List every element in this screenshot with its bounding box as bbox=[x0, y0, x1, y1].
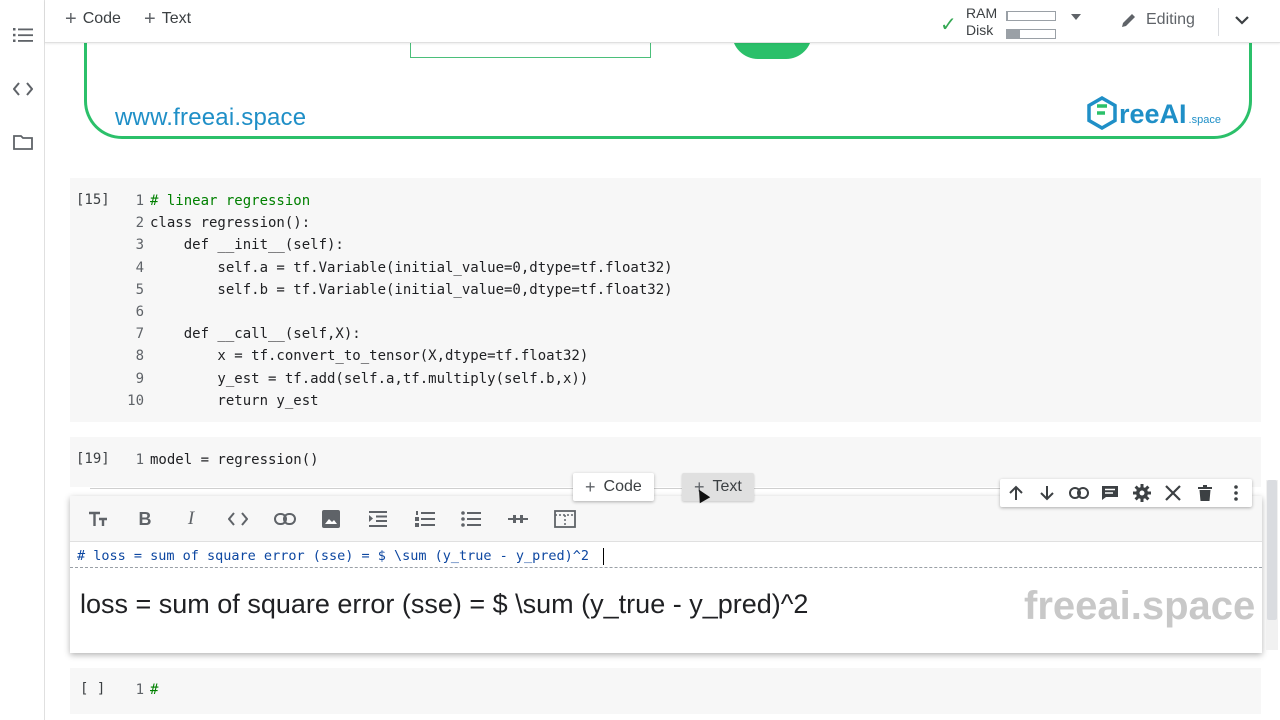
line-number: 1 bbox=[135, 193, 144, 209]
line-number: 5 bbox=[135, 281, 144, 298]
add-code-button[interactable]: + Code bbox=[65, 8, 121, 30]
runtime-dropdown-caret-icon[interactable] bbox=[1071, 14, 1081, 20]
code-cell-linear-regression[interactable]: [15] 1 # linear regression 2 class regress… bbox=[70, 178, 1261, 422]
notebook-scrollbar-thumb[interactable] bbox=[1267, 480, 1277, 620]
logo-main-text: reeAI bbox=[1119, 99, 1187, 129]
execution-count: [15] bbox=[76, 192, 110, 208]
plus-icon: + bbox=[585, 476, 596, 497]
insert-text-cell-button[interactable]: + Text bbox=[682, 473, 754, 501]
indent-icon[interactable] bbox=[366, 508, 390, 530]
pencil-icon bbox=[1122, 14, 1135, 27]
add-text-label: Text bbox=[161, 10, 192, 27]
code-line: return y_est bbox=[150, 392, 319, 409]
execution-count: [19] bbox=[76, 451, 110, 467]
ram-usage-bar bbox=[1006, 11, 1056, 21]
ram-label: RAM bbox=[966, 5, 998, 21]
code-format-icon[interactable] bbox=[226, 508, 250, 530]
insert-code-label: Code bbox=[603, 478, 642, 495]
freeai-logo: reeAI .space bbox=[1087, 96, 1221, 130]
line-number: 10 bbox=[127, 392, 144, 409]
disk-label: Disk bbox=[966, 22, 994, 38]
image-icon[interactable] bbox=[319, 508, 343, 530]
code-cell-empty[interactable]: [ ] 1 # bbox=[70, 668, 1261, 714]
connected-check-icon: ✓ bbox=[940, 14, 957, 36]
text-caret bbox=[603, 547, 605, 565]
line-number: 8 bbox=[135, 348, 144, 365]
colab-notebook: www.freeai.space reeAI .space + Code + T… bbox=[0, 0, 1280, 720]
toolbar-divider bbox=[1218, 8, 1219, 36]
settings-gear-icon[interactable] bbox=[1131, 482, 1153, 504]
rendered-markdown-text: loss = sum of square error (sse) = $ \su… bbox=[80, 589, 809, 619]
chevron-down-icon[interactable] bbox=[1235, 15, 1249, 25]
move-cell-down-icon[interactable] bbox=[1036, 482, 1058, 504]
horizontal-rule-icon[interactable] bbox=[506, 508, 530, 530]
disk-usage-fill bbox=[1007, 30, 1021, 38]
more-options-icon[interactable] bbox=[1225, 482, 1247, 504]
add-text-button[interactable]: + Text bbox=[144, 8, 192, 30]
heading-icon[interactable] bbox=[86, 508, 110, 530]
numbered-list-icon[interactable] bbox=[413, 508, 437, 530]
link-to-cell-icon[interactable] bbox=[1068, 482, 1090, 504]
italic-icon[interactable]: I bbox=[179, 508, 203, 530]
code-editor[interactable]: 1 # bbox=[136, 679, 159, 701]
freeai-watermark: freeai.space bbox=[1024, 584, 1256, 628]
code-line: model = regression() bbox=[150, 452, 319, 468]
line-number: 9 bbox=[135, 370, 144, 387]
code-line: self.b = tf.Variable(initial_value=0,dty… bbox=[150, 281, 673, 298]
line-number: 1 bbox=[135, 452, 144, 468]
resource-monitor[interactable]: ✓ RAM Disk bbox=[940, 4, 1090, 40]
code-snippets-icon[interactable] bbox=[10, 76, 36, 102]
ram-usage-fill bbox=[1007, 12, 1008, 20]
logo-sub-text: .space bbox=[1188, 114, 1221, 126]
site-url-text: www.freeai.space bbox=[115, 104, 307, 131]
line-number: 6 bbox=[135, 304, 144, 321]
freeai-banner-image: www.freeai.space reeAI .space bbox=[84, 33, 1252, 139]
disk-usage-bar bbox=[1006, 29, 1056, 39]
editing-label: Editing bbox=[1146, 11, 1195, 28]
preview-position-icon[interactable] bbox=[553, 508, 577, 530]
add-code-label: Code bbox=[82, 10, 121, 27]
bold-icon[interactable]: B bbox=[133, 508, 157, 530]
move-cell-up-icon[interactable] bbox=[1005, 482, 1027, 504]
code-line: def __call__(self,X): bbox=[150, 326, 361, 343]
code-line: x = tf.convert_to_tensor(X,dtype=tf.floa… bbox=[150, 348, 589, 365]
mirror-cell-icon[interactable] bbox=[1162, 482, 1184, 504]
code-line: y_est = tf.add(self.a,tf.multiply(self.b… bbox=[150, 370, 589, 387]
code-line: def __init__(self): bbox=[150, 237, 344, 254]
plus-icon: + bbox=[144, 8, 156, 30]
cell-action-toolbar bbox=[1000, 479, 1252, 507]
comment-icon[interactable] bbox=[1099, 482, 1121, 504]
code-editor[interactable]: 1 model = regression() bbox=[136, 449, 319, 471]
line-number: 2 bbox=[135, 215, 144, 232]
line-number: 3 bbox=[135, 237, 144, 254]
plus-icon: + bbox=[65, 8, 77, 30]
link-icon[interactable] bbox=[273, 508, 297, 530]
files-folder-icon[interactable] bbox=[10, 129, 36, 155]
bulleted-list-icon[interactable] bbox=[459, 508, 483, 530]
notebook-toolbar: + Code + Text ✓ RAM Disk Editing bbox=[45, 0, 1280, 43]
table-of-contents-icon[interactable] bbox=[10, 22, 36, 48]
line-number: 7 bbox=[135, 326, 144, 343]
code-editor[interactable]: 1 # linear regression 2 class regression()… bbox=[127, 190, 673, 412]
code-line: # linear regression bbox=[150, 193, 311, 209]
line-number: 1 bbox=[135, 682, 144, 698]
editing-mode-button[interactable]: Editing bbox=[1120, 11, 1195, 29]
left-rail bbox=[0, 0, 45, 720]
text-cell-editor[interactable]: B I # loss = sum of square error (sse) =… bbox=[70, 496, 1262, 653]
delete-trash-icon[interactable] bbox=[1194, 482, 1216, 504]
execution-count: [ ] bbox=[80, 681, 106, 697]
code-line: self.a = tf.Variable(initial_value=0,dty… bbox=[150, 259, 673, 276]
code-line: # bbox=[150, 682, 159, 698]
markdown-source-input[interactable]: # loss = sum of square error (sse) = $ \… bbox=[70, 544, 1262, 568]
freeai-logo-mark-icon bbox=[1087, 96, 1117, 130]
markdown-source-text: # loss = sum of square error (sse) = $ \… bbox=[77, 548, 598, 564]
insert-code-cell-button[interactable]: + Code bbox=[573, 473, 654, 501]
code-line: class regression(): bbox=[150, 215, 311, 232]
insert-text-label: Text bbox=[712, 478, 742, 495]
line-number: 4 bbox=[135, 259, 144, 276]
